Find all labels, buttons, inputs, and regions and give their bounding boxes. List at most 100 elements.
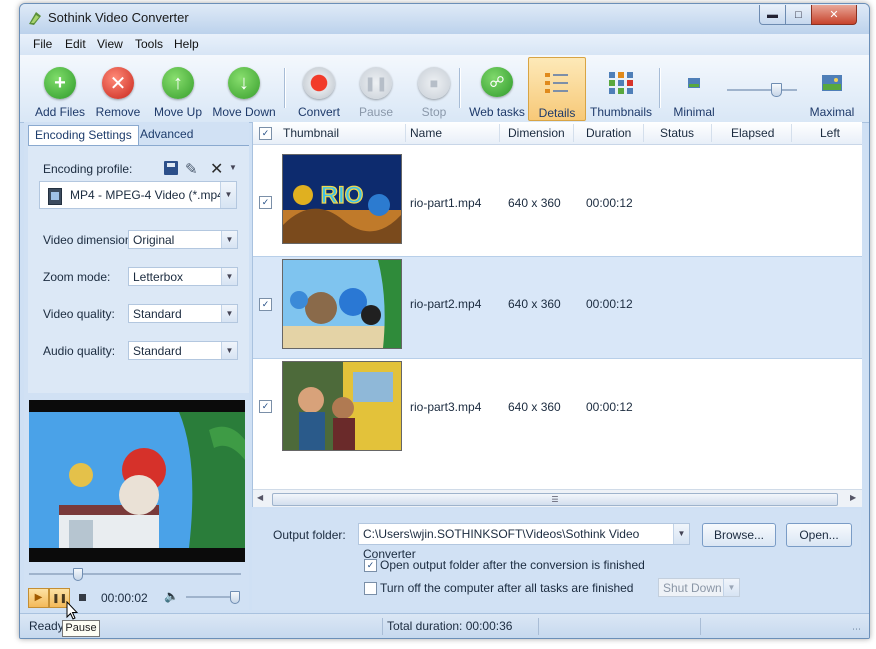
resize-grip-icon[interactable]: ⋯ [852,624,861,635]
record-icon [303,67,335,99]
turn-off-checkbox[interactable] [364,582,377,595]
chevron-down-icon[interactable]: ▼ [723,579,739,596]
audio-quality-value: Standard [133,344,182,358]
seek-bar[interactable] [29,573,241,575]
chevron-down-icon[interactable]: ▼ [221,231,237,248]
column-duration[interactable]: Duration [586,126,631,140]
stop-preview-icon[interactable] [79,594,86,601]
window-title: Sothink Video Converter [48,10,189,25]
size-slider[interactable] [727,89,797,91]
open-after-checkbox[interactable]: ✓ [364,559,377,572]
size-slider-thumb[interactable] [771,83,782,97]
row-checkbox[interactable]: ✓ [259,298,272,311]
move-up-button[interactable]: ↑ Move Up [150,57,206,119]
playback-time: 00:00:02 [101,591,148,605]
audio-quality-label: Audio quality: [43,344,116,358]
scroll-left-icon[interactable]: ◀ [257,493,263,502]
column-thumbnail[interactable]: Thumbnail [283,126,339,140]
volume-thumb[interactable] [230,591,240,604]
chevron-down-icon[interactable]: ▼ [221,268,237,285]
convert-button[interactable]: Convert [294,57,344,119]
menu-tools[interactable]: Tools [135,37,163,51]
volume-slider[interactable] [186,596,236,598]
seek-thumb[interactable] [73,568,83,581]
list-header: ✓ Thumbnail Name Dimension Duration Stat… [253,122,862,145]
play-button[interactable]: ▶ [28,588,49,608]
zoom-mode-select[interactable]: Letterbox ▼ [128,267,238,286]
column-name[interactable]: Name [410,126,442,140]
thumbnails-view-button[interactable]: Thumbnails [590,57,652,119]
scroll-right-icon[interactable]: ▶ [850,493,856,502]
video-quality-label: Video quality: [43,307,115,321]
column-status[interactable]: Status [660,126,694,140]
chevron-down-icon[interactable]: ▼ [220,182,236,208]
output-folder-input[interactable]: C:\Users\wjin.SOTHINKSOFT\Videos\Sothink… [358,523,690,561]
edit-profile-icon[interactable]: ✎ [185,160,198,178]
select-all-checkbox[interactable]: ✓ [259,127,272,140]
file-duration: 00:00:12 [586,196,633,210]
add-files-button[interactable]: + Add Files [32,57,88,119]
tab-encoding-settings[interactable]: Encoding Settings [28,125,139,145]
chevron-down-icon[interactable]: ▼ [673,524,689,544]
encoding-profile-select[interactable]: MP4 - MPEG-4 Video (*.mp4) ▼ [39,181,237,209]
video-dimension-select[interactable]: Original ▼ [128,230,238,249]
menu-view[interactable]: View [97,37,123,51]
browse-button[interactable]: Browse... [702,523,776,547]
minimal-size-button[interactable]: Minimal [671,57,717,119]
stop-button[interactable]: ■ Stop [409,57,459,119]
tab-advanced[interactable]: Advanced [134,125,199,144]
profile-menu-chevron-icon[interactable]: ▼ [229,163,237,172]
column-divider[interactable] [643,124,644,142]
menu-file[interactable]: File [33,37,52,51]
toolbar: + Add Files ✕ Remove ↑ Move Up ↓ Move Do… [20,55,869,123]
table-row[interactable]: ✓ rio-part3.mp4 640 x 360 00:00:12 [253,359,862,460]
toolbar-separator [459,68,460,108]
details-view-button[interactable]: Details [528,57,586,121]
close-window-button[interactable]: ✕ [811,5,857,25]
move-down-button[interactable]: ↓ Move Down [212,57,276,119]
column-divider[interactable] [405,124,406,142]
delete-profile-icon[interactable]: ✕ [210,159,223,179]
title-bar[interactable]: Sothink Video Converter ▬ □ ✕ [20,4,869,34]
status-bar: Ready Total duration: 00:00:36 ⋯ [20,613,869,638]
column-dimension[interactable]: Dimension [508,126,565,140]
scrollbar-thumb[interactable]: ☰ [272,493,838,506]
stop-icon: ■ [418,67,450,99]
column-divider[interactable] [791,124,792,142]
zoom-mode-value: Letterbox [133,270,184,284]
horizontal-scrollbar[interactable]: ◀ ☰ ▶ [253,489,862,507]
table-row[interactable]: ✓ RIO rio-part1.mp4 640 x 360 00:00:12 [253,148,862,249]
column-divider[interactable] [573,124,574,142]
volume-icon[interactable]: 🔈 [164,589,179,603]
shutdown-value: Shut Down [663,581,722,595]
column-divider[interactable] [499,124,500,142]
chevron-down-icon[interactable]: ▼ [221,342,237,359]
column-elapsed[interactable]: Elapsed [731,126,774,140]
video-thumbnail [282,259,402,349]
save-profile-icon[interactable] [164,161,178,175]
audio-quality-select[interactable]: Standard ▼ [128,341,238,360]
column-left[interactable]: Left [820,126,840,140]
minimize-window-button[interactable]: ▬ [759,5,786,25]
chevron-down-icon[interactable]: ▼ [221,305,237,322]
maximize-window-button[interactable]: □ [785,5,812,25]
pause-icon: ❚❚ [51,593,68,603]
file-dimension: 640 x 360 [508,196,561,210]
tooltip: Pause [62,620,100,637]
web-tasks-button[interactable]: ☍ Web tasks [467,57,527,119]
table-row[interactable]: ✓ rio-part2.mp4 640 x 360 00:00:12 [253,256,862,359]
video-quality-select[interactable]: Standard ▼ [128,304,238,323]
pause-button[interactable]: ❚❚ Pause [351,57,401,119]
video-thumbnail [282,361,402,451]
shutdown-select[interactable]: Shut Down ▼ [658,578,740,597]
maximal-size-button[interactable]: Maximal [807,57,857,119]
encoding-profile-label: Encoding profile: [43,162,133,176]
row-checkbox[interactable]: ✓ [259,400,272,413]
task-list: ✓ Thumbnail Name Dimension Duration Stat… [252,122,862,507]
menu-edit[interactable]: Edit [65,37,86,51]
open-folder-button[interactable]: Open... [786,523,852,547]
remove-button[interactable]: ✕ Remove [92,57,144,119]
row-checkbox[interactable]: ✓ [259,196,272,209]
menu-help[interactable]: Help [174,37,199,51]
column-divider[interactable] [711,124,712,142]
